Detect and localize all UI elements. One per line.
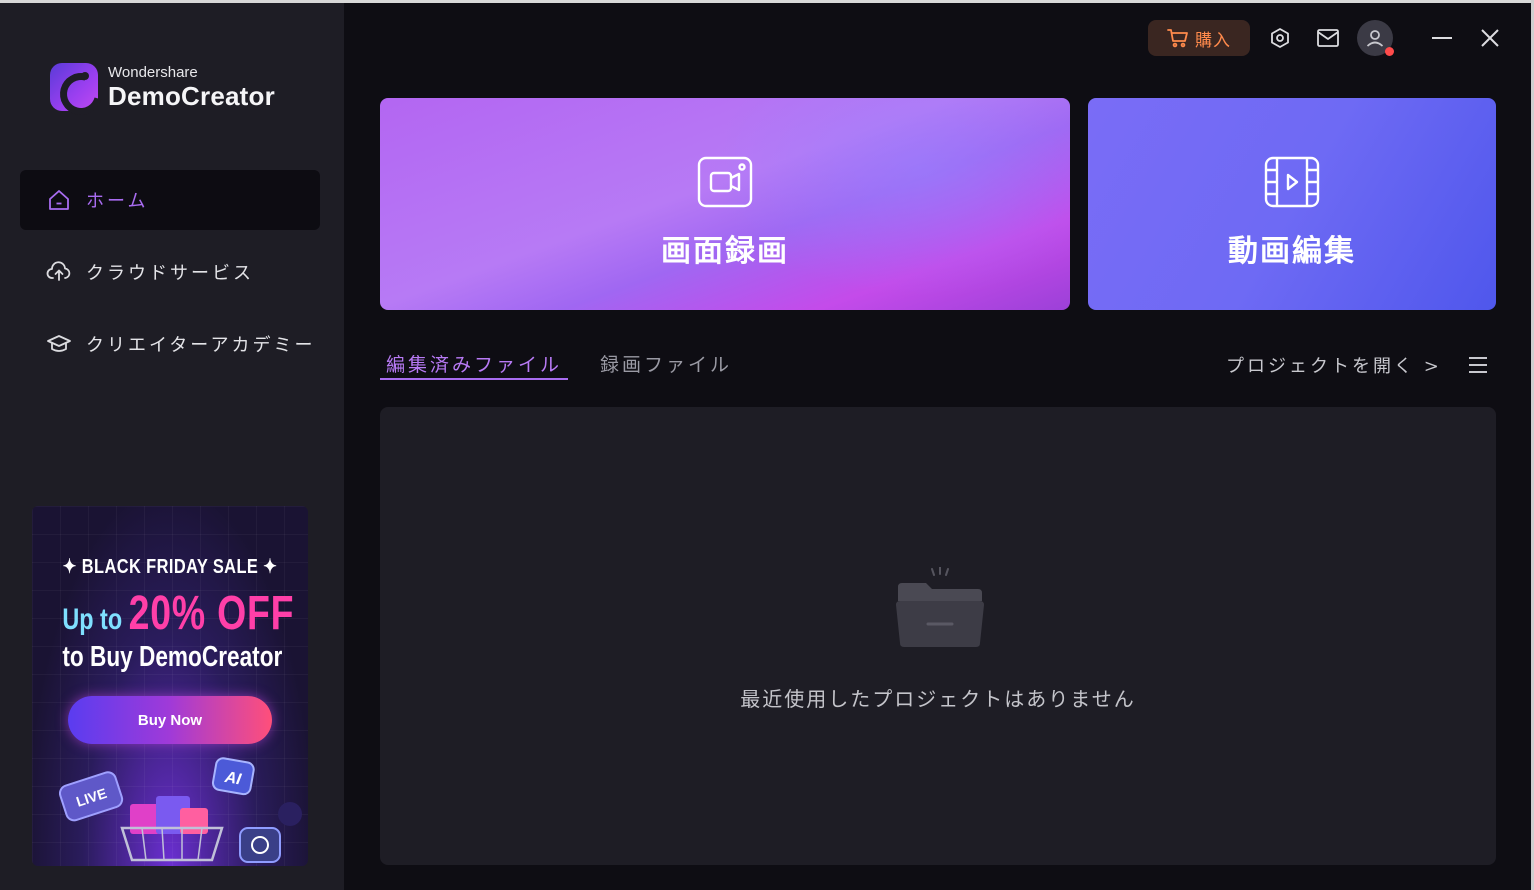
- democreator-logo-icon: [50, 63, 98, 111]
- academy-cap-icon: [46, 331, 72, 357]
- tab-edited-files[interactable]: 編集済みファイル: [380, 350, 569, 380]
- sidebar-nav: ホーム クラウドサービス クリエイターアカデミー: [20, 170, 320, 386]
- settings-icon: [1271, 28, 1289, 48]
- project-tabs: 編集済みファイル 録画ファイル: [380, 350, 738, 382]
- hamburger-menu-icon: [1469, 357, 1487, 373]
- recent-projects-panel: 最近使用したプロジェクトはありません: [380, 407, 1496, 865]
- cloud-upload-icon: [46, 259, 72, 285]
- minimize-button[interactable]: [1428, 24, 1456, 52]
- gift-cart-illustration-icon: LIVE AI: [58, 757, 302, 863]
- buy-button[interactable]: 購入: [1148, 20, 1250, 56]
- mail-button[interactable]: [1314, 24, 1342, 52]
- sidebar-item-label: クリエイターアカデミー: [86, 335, 316, 356]
- sidebar-item-label: ホーム: [86, 191, 149, 212]
- mail-icon: [1317, 29, 1339, 47]
- home-icon: [46, 187, 72, 213]
- close-icon: [1481, 29, 1499, 47]
- notification-dot: [1385, 47, 1394, 56]
- screen-record-card[interactable]: 画面録画: [380, 98, 1070, 310]
- open-project-link[interactable]: プロジェクトを開く >: [1226, 352, 1442, 378]
- list-menu-button[interactable]: [1466, 353, 1490, 377]
- video-edit-icon: [1264, 156, 1320, 208]
- video-edit-label: 動画編集: [1228, 234, 1356, 269]
- tab-recorded-files[interactable]: 録画ファイル: [594, 350, 738, 380]
- screen-record-label: 画面録画: [661, 234, 789, 269]
- promo-off: 20% OFF: [128, 587, 295, 640]
- promo-subtitle: to Buy DemoCreator: [62, 641, 283, 673]
- sidebar: Wondershare DemoCreator ホーム クラウドサービス クリエ…: [0, 3, 344, 890]
- sidebar-item-label: クラウドサービス: [86, 263, 254, 284]
- screen-record-icon: [697, 156, 753, 208]
- empty-folder-icon: [896, 567, 984, 647]
- sidebar-item-home[interactable]: ホーム: [20, 170, 320, 230]
- video-edit-card[interactable]: 動画編集: [1088, 98, 1496, 310]
- black-friday-banner[interactable]: ✦ BLACK FRIDAY SALE ✦ Up to 20% OFF to B…: [32, 506, 308, 866]
- cart-icon: [1167, 29, 1188, 48]
- user-icon: [1366, 30, 1384, 47]
- close-button[interactable]: [1476, 24, 1504, 52]
- minimize-icon: [1432, 37, 1452, 39]
- promo-upto: Up to: [62, 603, 129, 636]
- promo-sale-title: ✦ BLACK FRIDAY SALE ✦: [62, 556, 278, 578]
- user-avatar-button[interactable]: [1357, 20, 1394, 56]
- ai-badge-text: AI: [223, 769, 243, 789]
- buy-now-button[interactable]: Buy Now: [68, 696, 272, 744]
- brand-big: DemoCreator: [108, 81, 275, 111]
- sidebar-item-academy[interactable]: クリエイターアカデミー: [20, 314, 320, 374]
- promo-discount: Up to 20% OFF: [62, 586, 293, 641]
- app-window: Wondershare DemoCreator ホーム クラウドサービス クリエ…: [0, 0, 1534, 890]
- brand-small: Wondershare: [108, 64, 198, 81]
- app-logo: Wondershare DemoCreator: [50, 63, 275, 111]
- buy-label: 購入: [1195, 30, 1231, 51]
- settings-button[interactable]: [1266, 24, 1294, 52]
- logo-text: Wondershare DemoCreator: [108, 65, 275, 109]
- sidebar-item-cloud[interactable]: クラウドサービス: [20, 242, 320, 302]
- empty-state-text: 最近使用したプロジェクトはありません: [740, 687, 1136, 711]
